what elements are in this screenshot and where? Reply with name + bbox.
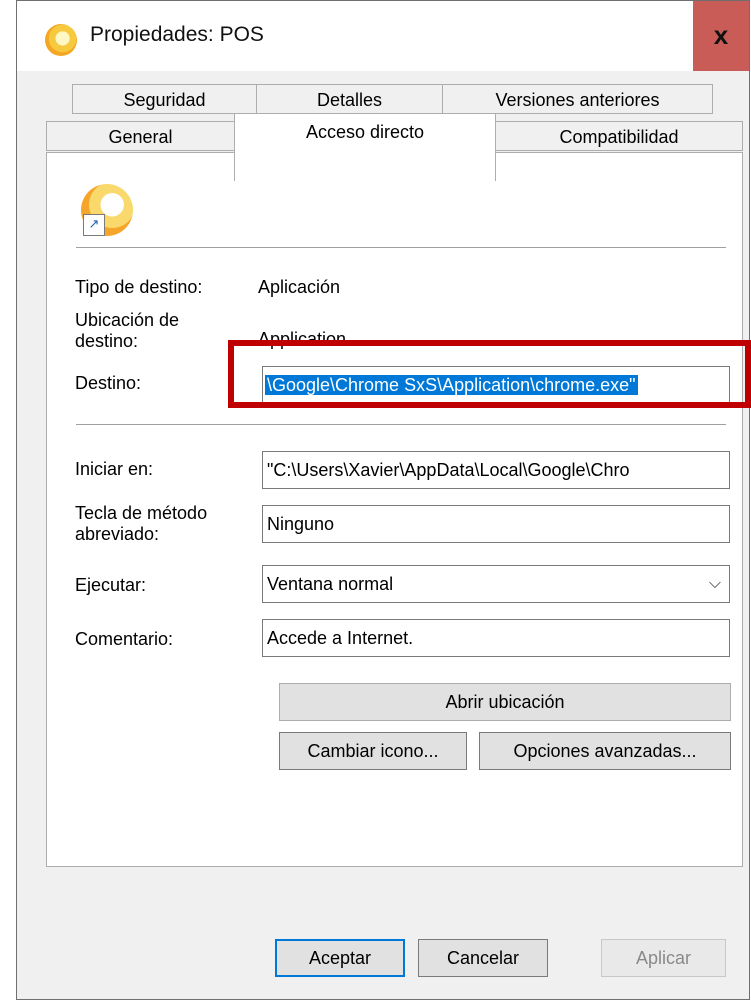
tab-acceso-directo[interactable]: Acceso directo [234,113,496,181]
open-location-button[interactable]: Abrir ubicación [279,683,731,721]
chevron-down-icon: ⌵ [708,575,721,592]
run-select-value: Ventana normal [267,574,394,594]
window-title: Propiedades: POS [90,23,264,46]
tab-versiones-anteriores[interactable]: Versiones anteriores [442,84,713,114]
change-icon-button[interactable]: Cambiar icono... [279,732,467,770]
start-in-label: Iniciar en: [75,459,154,479]
separator [76,247,726,248]
title-bar[interactable]: Propiedades: POS x [17,1,749,71]
chrome-canary-icon [45,24,77,56]
target-input[interactable]: \Google\Chrome SxS\Application\chrome.ex… [262,366,730,404]
shortcut-key-input[interactable]: Ninguno [262,505,730,543]
target-type-value: Aplicación [258,277,341,297]
run-label: Ejecutar: [75,575,147,595]
separator [76,424,726,425]
properties-window: Propiedades: POS x Seguridad Detalles Ve… [16,0,750,1000]
target-input-value: \Google\Chrome SxS\Application\chrome.ex… [265,375,638,395]
target-location-label: Ubicación de destino: [75,310,180,351]
tab-general[interactable]: General [46,121,235,151]
cancel-button[interactable]: Cancelar [418,939,548,977]
comment-input[interactable]: Accede a Internet. [262,619,730,657]
run-select[interactable]: Ventana normal ⌵ [262,565,730,603]
target-location-value: Application [258,329,347,349]
start-in-input[interactable]: "C:\Users\Xavier\AppData\Local\Google\Ch… [262,451,730,489]
shortcut-arrow-icon: ↗ [83,214,105,236]
tab-detalles[interactable]: Detalles [256,84,443,114]
ok-button[interactable]: Aceptar [275,939,405,977]
shortcut-key-label: Tecla de método abreviado: [75,503,208,544]
tab-seguridad[interactable]: Seguridad [72,84,257,114]
apply-button[interactable]: Aplicar [601,939,726,977]
advanced-options-button[interactable]: Opciones avanzadas... [479,732,731,770]
shortcut-panel: ↗ Tipo de destino: Aplicación Ubicación … [46,152,743,867]
target-type-label: Tipo de destino: [75,277,203,297]
comment-label: Comentario: [75,629,174,649]
close-button[interactable]: x [693,1,749,71]
tab-compatibilidad[interactable]: Compatibilidad [495,121,743,151]
target-label: Destino: [75,373,142,393]
